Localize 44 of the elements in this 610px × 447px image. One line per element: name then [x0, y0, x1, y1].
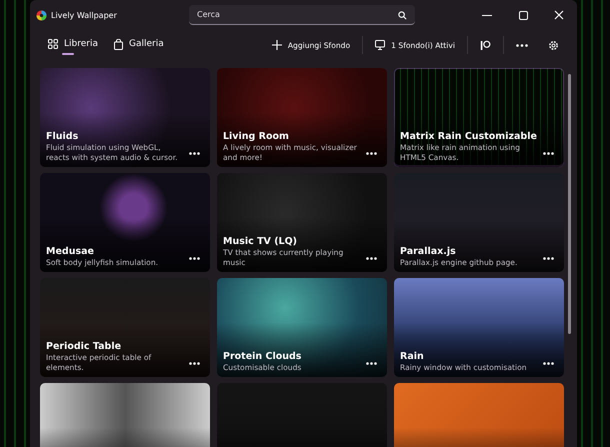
minimize-icon	[482, 14, 492, 16]
nav-tab[interactable]: Libreria	[42, 35, 104, 55]
search-icon	[398, 10, 407, 20]
scrollbar[interactable]	[568, 74, 571, 334]
wallpaper-title: Medusae	[46, 245, 95, 258]
more-options-button[interactable]	[541, 254, 556, 262]
more-options-button[interactable]	[187, 254, 202, 262]
wallpaper-title: Rain	[400, 350, 425, 363]
wallpaper-title: Living Room	[223, 130, 290, 143]
more-icon	[516, 44, 528, 46]
window-title: Lively Wallpaper	[51, 10, 118, 20]
shopping-bag-icon	[114, 38, 123, 50]
more-icon	[366, 257, 377, 260]
maximize-icon	[518, 10, 528, 20]
grid-icon	[48, 39, 58, 49]
more-options-button[interactable]	[541, 359, 556, 367]
more-options-button[interactable]	[364, 359, 379, 367]
wallpaper-title: Matrix Rain Customizable	[400, 130, 537, 143]
more-icon	[543, 152, 554, 155]
app-logo-icon	[36, 10, 47, 20]
more-icon	[189, 257, 200, 260]
more-options-button[interactable]	[364, 254, 379, 262]
monitor-icon	[375, 40, 386, 50]
more-icon	[543, 257, 554, 260]
wallpaper-title: Protein Clouds	[223, 350, 302, 363]
more-options-button[interactable]	[541, 149, 556, 157]
more-icon	[366, 152, 377, 155]
search-field[interactable]: Cerca	[189, 5, 415, 25]
nav-tab[interactable]: Galleria	[108, 34, 170, 56]
close-icon	[554, 10, 564, 20]
more-options-button[interactable]	[364, 149, 379, 157]
wallpaper-title: Periodic Table	[46, 340, 122, 353]
more-icon	[543, 362, 554, 365]
more-icon	[189, 362, 200, 365]
patreon-icon	[480, 40, 491, 50]
more-icon	[189, 152, 200, 155]
settings-icon	[548, 40, 559, 50]
wallpaper-title: Parallax.js	[400, 245, 457, 258]
wallpaper-title: Music TV (LQ)	[223, 235, 298, 248]
wallpaper-title: Fluids	[46, 130, 80, 143]
plus-icon	[272, 40, 282, 50]
more-options-button[interactable]	[187, 149, 202, 157]
more-options-button[interactable]	[187, 359, 202, 367]
more-icon	[366, 362, 377, 365]
